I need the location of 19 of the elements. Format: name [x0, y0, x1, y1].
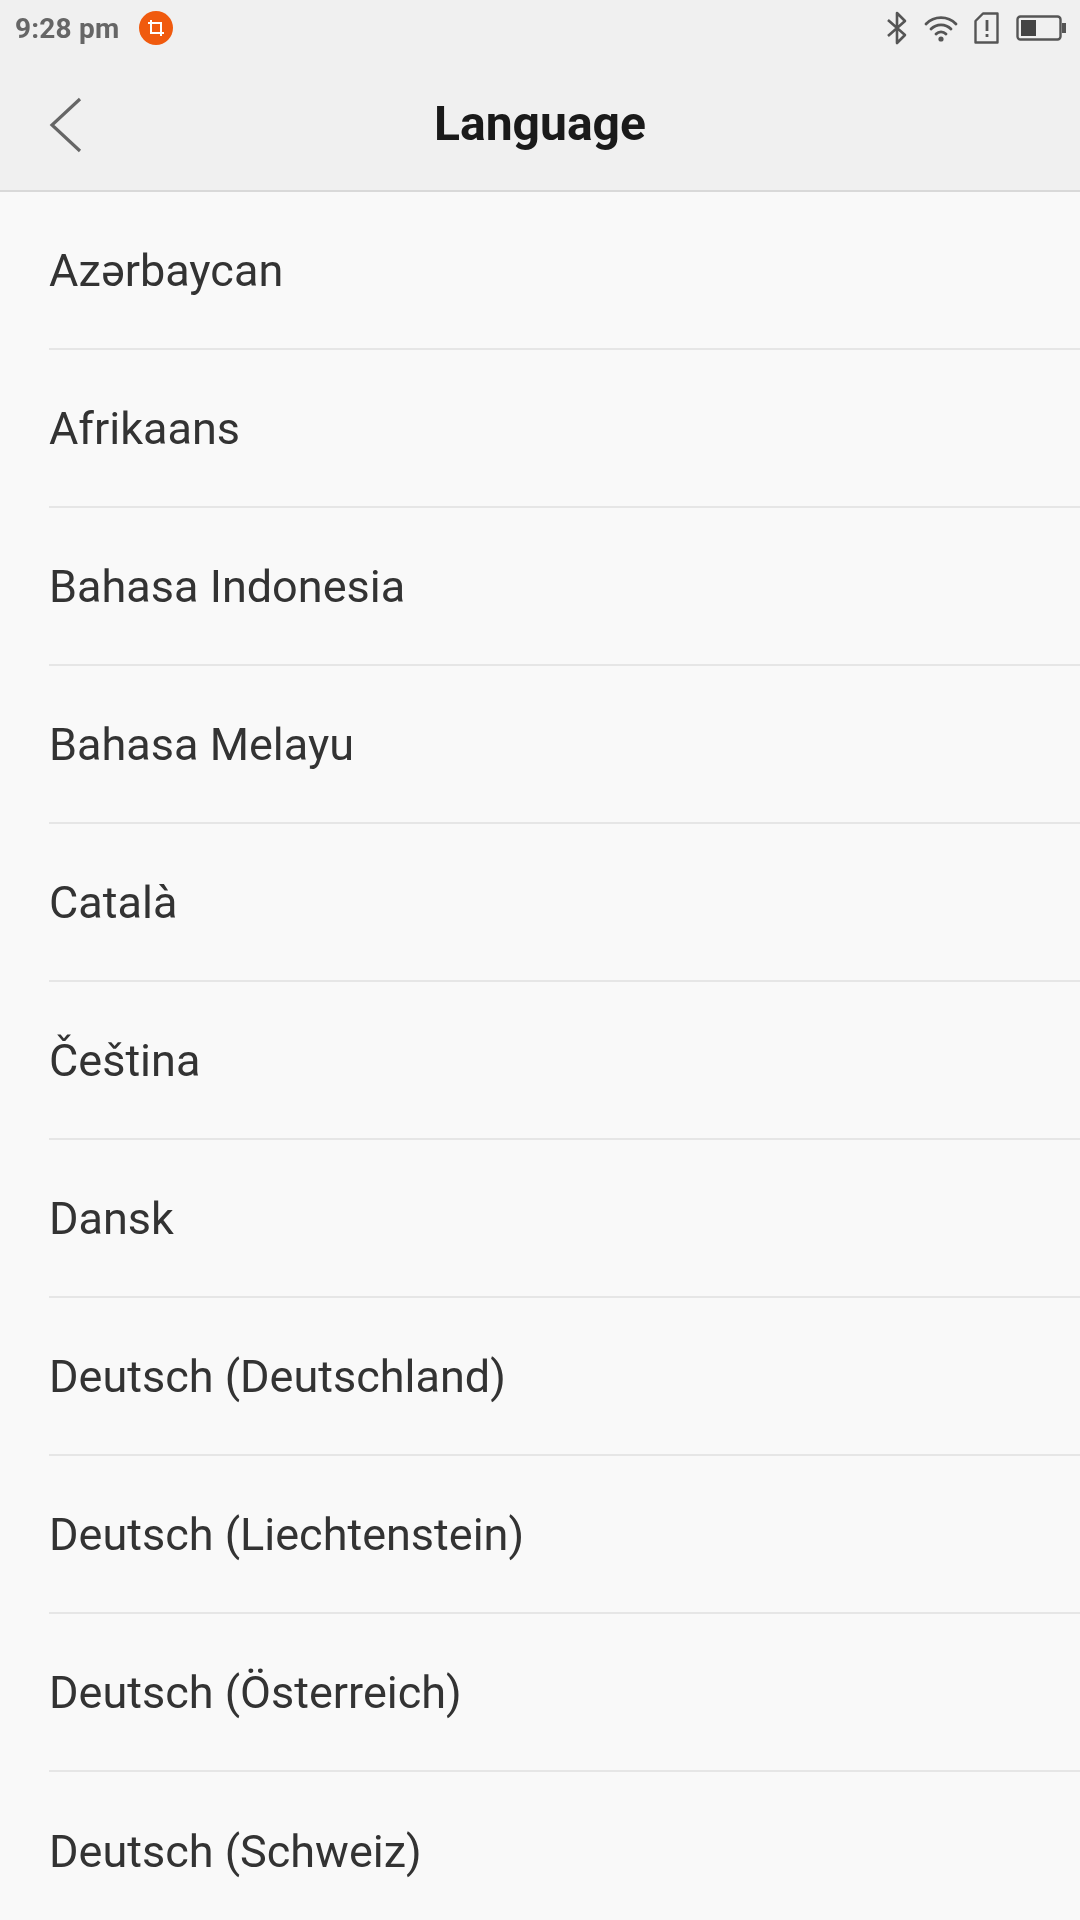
language-option[interactable]: Deutsch (Liechtenstein)	[49, 1507, 525, 1561]
language-option[interactable]: Bahasa Melayu	[49, 717, 354, 771]
page-title: Language	[434, 94, 646, 152]
language-option[interactable]: Deutsch (Österreich)	[49, 1665, 462, 1719]
language-option[interactable]: Deutsch (Schweiz)	[49, 1824, 422, 1878]
battery-icon	[1016, 15, 1066, 41]
language-option[interactable]: Azərbaycan	[49, 243, 284, 297]
language-option[interactable]: Bahasa Indonesia	[49, 559, 406, 613]
status-time: 9:28 pm	[15, 11, 120, 45]
language-option[interactable]: Deutsch (Deutschland)	[49, 1349, 506, 1403]
language-option[interactable]: Català	[49, 875, 178, 929]
sim-alert-icon	[974, 12, 1000, 44]
wifi-icon	[924, 14, 958, 42]
bluetooth-icon	[886, 11, 908, 45]
back-icon	[48, 97, 82, 153]
language-option[interactable]: Afrikaans	[49, 401, 241, 455]
notification-app-icon	[139, 11, 174, 45]
language-option[interactable]: Čeština	[49, 1033, 201, 1087]
language-option[interactable]: Dansk	[49, 1191, 174, 1245]
